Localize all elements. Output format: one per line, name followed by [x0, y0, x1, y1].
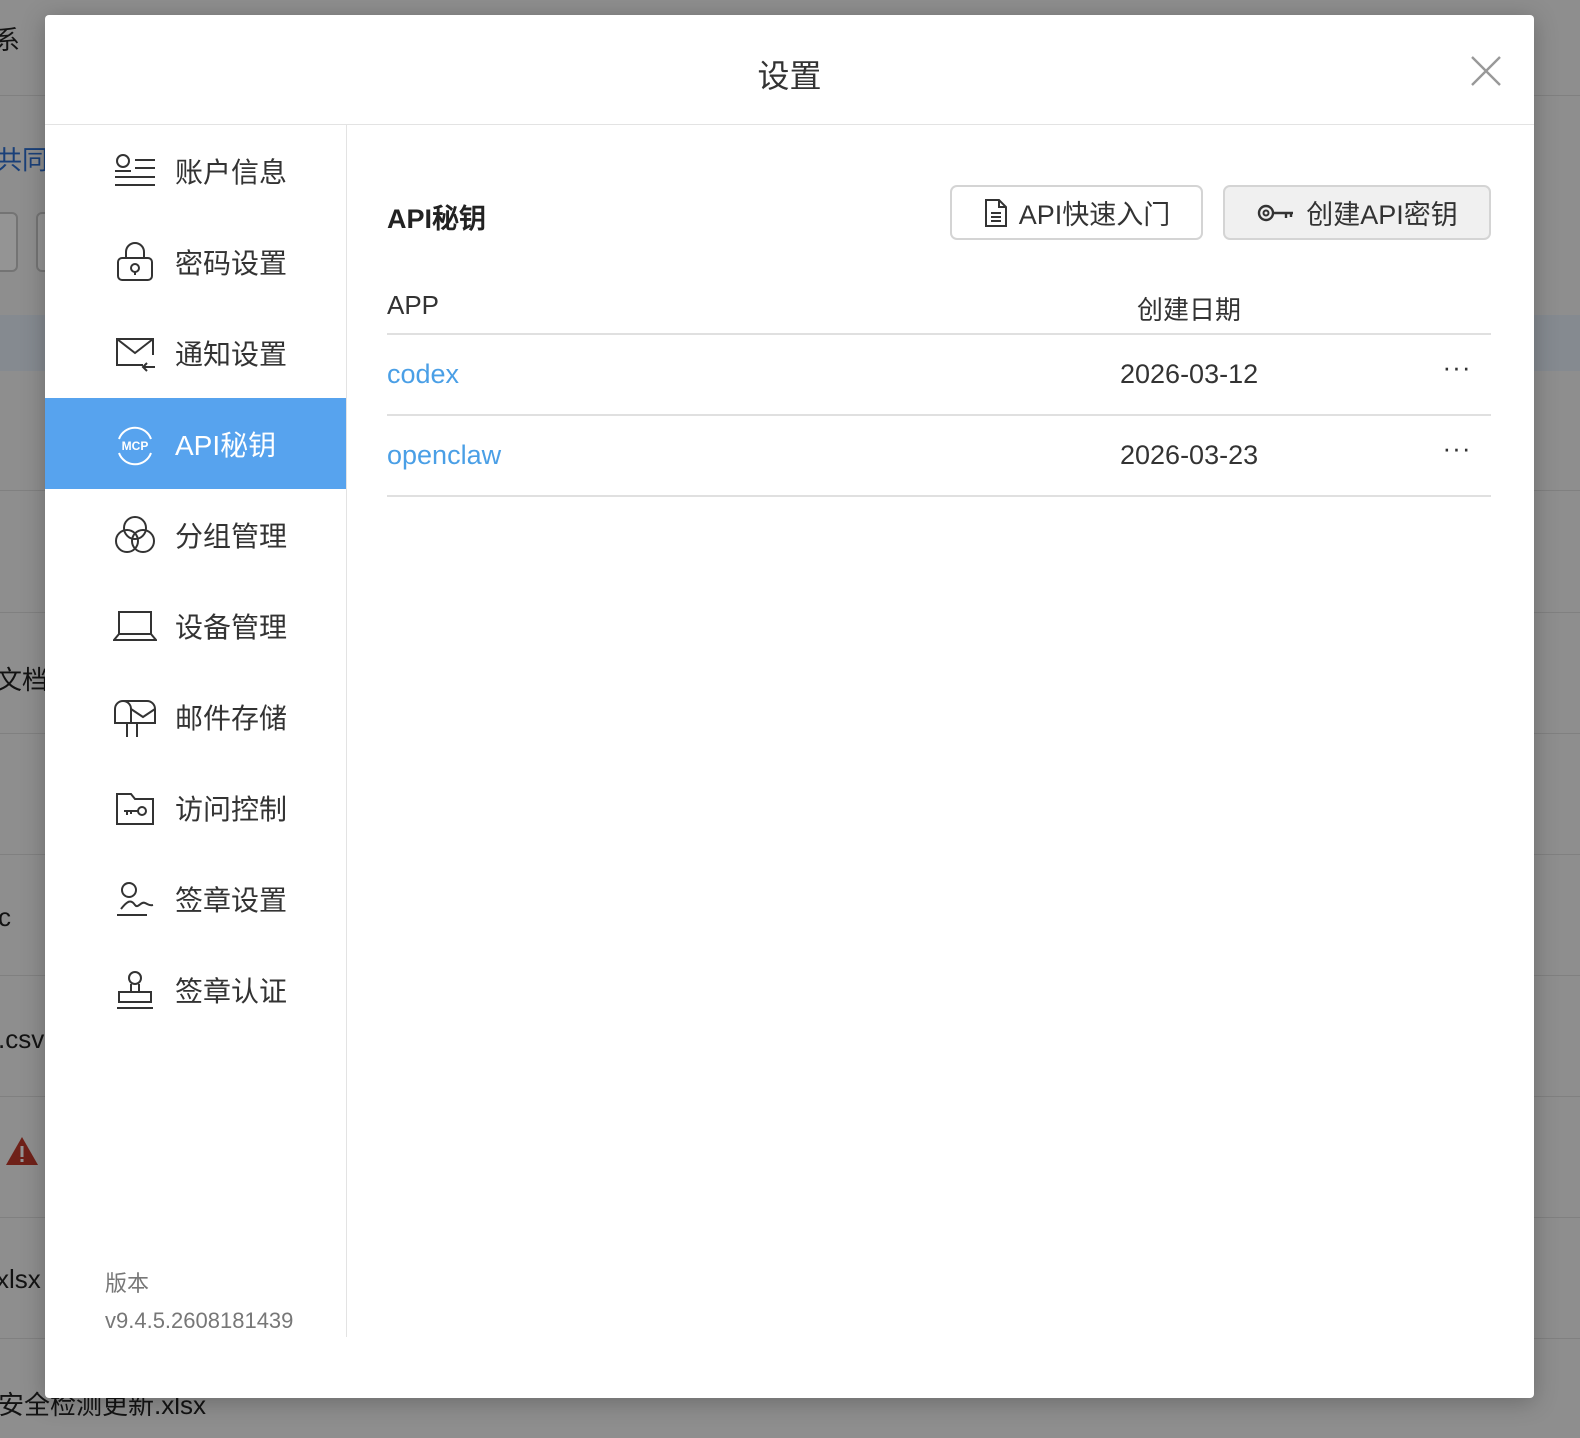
app-link[interactable]: openclaw: [387, 440, 501, 471]
created-date: 2026-03-12: [1120, 359, 1259, 389]
sidebar-item-password[interactable]: 密码设置: [45, 216, 346, 307]
folder-key-icon: [113, 786, 157, 830]
sidebar-item-signature[interactable]: 签章设置: [45, 853, 346, 944]
sidebar-item-mail-storage[interactable]: 邮件存储: [45, 671, 346, 762]
sidebar-item-label: 签章设置: [175, 885, 288, 916]
sidebar-item-access-control[interactable]: 访问控制: [45, 762, 346, 853]
sidebar-item-label: 分组管理: [175, 521, 288, 552]
sidebar-item-label: 密码设置: [175, 248, 288, 279]
modal-title: 设置: [757, 58, 822, 94]
sidebar-item-label: 账户信息: [175, 157, 288, 188]
sidebar-item-seal-auth[interactable]: 签章认证: [45, 944, 346, 1035]
sidebar-item-label: 通知设置: [175, 339, 288, 370]
document-icon: [984, 198, 1007, 227]
key-icon: [1258, 204, 1294, 221]
close-icon: [1471, 56, 1501, 86]
sidebar-item-account-info[interactable]: 账户信息: [45, 125, 346, 216]
svg-text:MCP: MCP: [122, 439, 149, 453]
column-header-app: APP: [387, 290, 440, 320]
settings-modal: 设置 账户信息 密码设置 通知设置 MCP API秘钥 分组管理 设备管理 邮件…: [45, 15, 1534, 1398]
api-quickstart-button[interactable]: API快速入门: [950, 185, 1203, 240]
version-value: v9.4.5.2608181439: [105, 1308, 294, 1333]
version-label: 版本: [105, 1271, 150, 1296]
close-button[interactable]: [1466, 51, 1506, 91]
table-row: openclaw 2026-03-23 ···: [387, 416, 1491, 497]
mail-notify-icon: [113, 331, 157, 375]
group-circles-icon: [113, 513, 157, 557]
stamp-icon: [113, 968, 157, 1012]
table-row: codex 2026-03-12 ···: [387, 335, 1491, 416]
create-api-key-button[interactable]: 创建API密钥: [1223, 185, 1491, 240]
settings-sidebar: 账户信息 密码设置 通知设置 MCP API秘钥 分组管理 设备管理 邮件存储 …: [45, 125, 347, 1337]
api-key-panel: API秘钥 API快速入门 创建API密钥 APP 创建日期 codex 202…: [387, 125, 1491, 1375]
section-title: API秘钥: [387, 204, 487, 234]
more-actions-button[interactable]: ···: [1437, 435, 1477, 468]
sidebar-item-api-key[interactable]: MCP API秘钥: [45, 398, 346, 489]
lock-icon: [113, 240, 157, 284]
sidebar-item-label: 访问控制: [175, 794, 288, 825]
create-api-key-label: 创建API密钥: [1306, 200, 1458, 230]
signature-icon: [113, 877, 157, 921]
account-info-icon: [113, 149, 157, 193]
api-quickstart-label: API快速入门: [1018, 200, 1171, 230]
column-header-date: 创建日期: [1137, 295, 1242, 325]
modal-header: 设置: [45, 15, 1534, 125]
api-key-table: APP 创建日期 codex 2026-03-12 ··· openclaw 2…: [387, 280, 1491, 497]
table-header: APP 创建日期: [387, 280, 1491, 335]
created-date: 2026-03-23: [1120, 440, 1259, 470]
mailbox-icon: [113, 695, 157, 739]
version-info: 版本 v9.4.5.2608181439: [105, 1265, 293, 1339]
sidebar-item-label: 邮件存储: [175, 703, 288, 734]
sidebar-item-groups[interactable]: 分组管理: [45, 489, 346, 580]
more-actions-button[interactable]: ···: [1437, 354, 1477, 387]
sidebar-item-label: 设备管理: [175, 612, 288, 643]
sidebar-item-notification[interactable]: 通知设置: [45, 307, 346, 398]
app-link[interactable]: codex: [387, 359, 459, 390]
sidebar-item-devices[interactable]: 设备管理: [45, 580, 346, 671]
mcp-icon: MCP: [113, 422, 157, 466]
laptop-icon: [111, 604, 159, 648]
sidebar-item-label: 签章认证: [175, 976, 288, 1007]
sidebar-item-label: API秘钥: [175, 430, 277, 461]
